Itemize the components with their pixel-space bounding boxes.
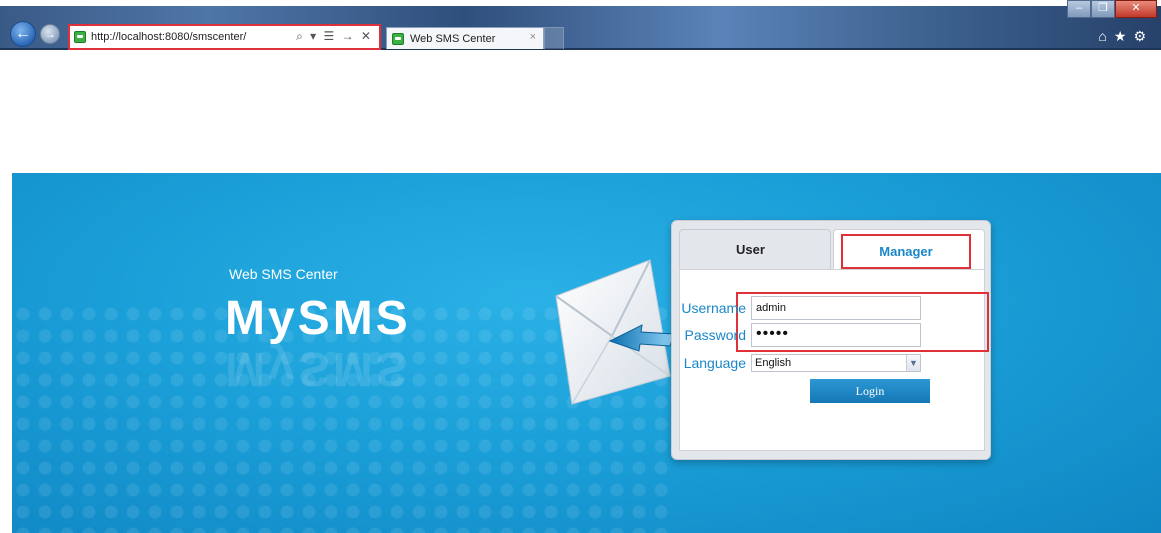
tab-manager[interactable]: Manager — [841, 234, 971, 269]
password-label: Password — [684, 327, 746, 343]
address-url[interactable]: http://localhost:8080/smscenter/ — [91, 31, 246, 43]
window-controls: – ❐ ✕ — [1067, 0, 1157, 18]
login-button[interactable]: Login — [810, 379, 930, 403]
close-window-button[interactable]: ✕ — [1115, 0, 1157, 18]
language-selected-value: English — [755, 357, 792, 369]
username-label: Username — [681, 300, 746, 316]
language-label: Language — [683, 355, 746, 371]
app-subtitle: Web SMS Center — [229, 266, 338, 282]
login-panel: User Manager Username admin Password •••… — [671, 220, 991, 460]
minimize-button[interactable]: – — [1067, 0, 1091, 18]
new-tab-button[interactable] — [544, 27, 564, 49]
tab-title: Web SMS Center — [410, 32, 496, 45]
username-input[interactable]: admin — [751, 296, 921, 320]
app-logo-text: MySMS — [225, 292, 411, 345]
tools-gear-icon[interactable]: ⚙ — [1133, 28, 1153, 44]
address-bar-icons[interactable]: ⌕ ▾ ☰ → ✕ — [296, 29, 373, 44]
chevron-down-icon[interactable]: ▼ — [906, 355, 920, 371]
tab-favicon-icon — [392, 32, 404, 45]
back-button[interactable]: ← — [10, 21, 36, 47]
forward-button[interactable]: → — [40, 24, 60, 44]
browser-chrome: – ❐ ✕ ← → http://localhost:8080/smscente… — [0, 0, 1161, 50]
address-bar[interactable]: http://localhost:8080/smscenter/ ⌕ ▾ ☰ →… — [68, 24, 381, 50]
home-icon[interactable]: ⌂ — [1098, 28, 1113, 44]
toolbar-right-icons: ⌂★⚙ — [1098, 28, 1153, 45]
page-favicon-icon — [74, 31, 86, 43]
password-row: Password ••••• — [674, 323, 921, 347]
app-logo-reflection: MySMS — [225, 342, 411, 395]
password-input[interactable]: ••••• — [751, 323, 921, 347]
username-row: Username admin — [674, 296, 921, 320]
restore-button[interactable]: ❐ — [1091, 0, 1115, 18]
login-banner: Web SMS Center MySMS MySMS User Manager … — [12, 173, 1161, 533]
tab-close-icon[interactable]: × — [530, 31, 536, 43]
envelope-icon — [555, 259, 675, 405]
favorites-star-icon[interactable]: ★ — [1114, 28, 1134, 44]
browser-tab[interactable]: Web SMS Center × — [386, 27, 544, 49]
language-row: Language English ▼ — [674, 351, 921, 375]
tab-user[interactable]: User — [679, 229, 831, 271]
language-select[interactable]: English ▼ — [751, 354, 921, 372]
